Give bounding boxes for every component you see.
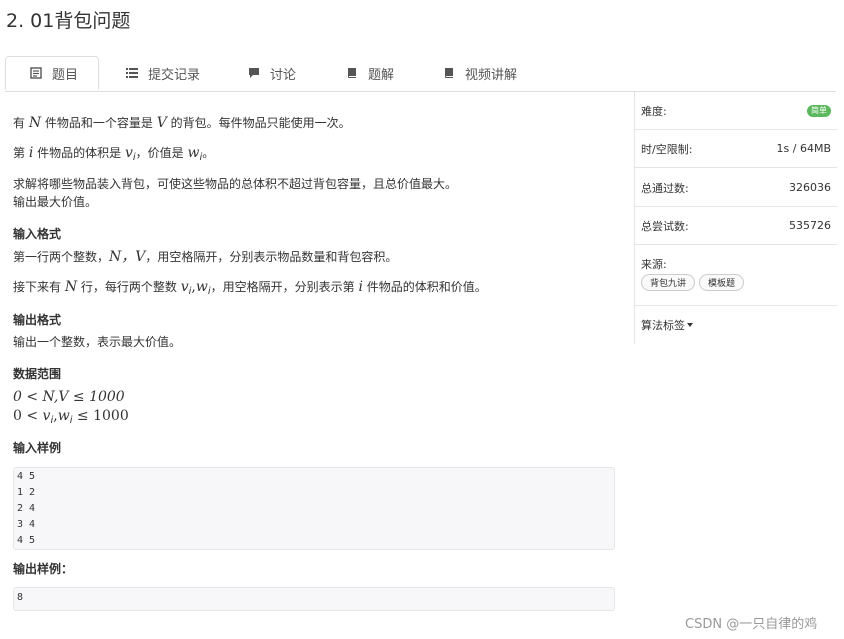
math-v: V [156,115,167,131]
problem-info-sidebar: 难度: 简单 时/空限制: 1s / 64MB 总通过数: 326036 总尝试… [634,92,837,344]
math-n: N [28,115,42,131]
text: 件物品和一个容量是 [41,116,157,130]
document-icon [30,67,42,79]
text: ≤ 1000 [72,408,129,424]
book-icon [443,67,455,79]
text: 第一行两个整数， [13,250,110,264]
sample-input-box[interactable]: 4 5 1 2 2 4 3 4 4 5 [13,467,615,550]
algorithm-tags-toggle[interactable]: 算法标签 [641,317,685,333]
code-line: 4 5 [17,471,36,482]
difficulty-badge: 简单 [807,104,831,117]
math-w: w [57,408,70,424]
paragraph-input-1: 第一行两个整数，N，V，用空格隔开，分别表示物品数量和背包容积。 [13,248,397,266]
text: 的背包。每件物品只能使用一次。 [166,116,351,130]
passed-label: 总通过数: [641,181,689,195]
page-title: 2. 01背包问题 [6,10,131,32]
paragraph-task: 求解将哪些物品装入背包，可使这些物品的总体积不超过背包容量，且总价值最大。 [13,177,458,191]
comment-icon [248,67,260,79]
text: 有 [13,116,29,130]
text: 第 [13,146,29,160]
limit-row: 时/空限制: 1s / 64MB [635,130,837,168]
paragraph-input-2: 接下来有 N 行，每行两个整数 vi,wi，用空格隔开，分别表示第 i 件物品的… [13,278,487,301]
text: 接下来有 [13,280,65,294]
math-w: w [195,279,208,295]
code-line: 1 2 [17,487,36,498]
sample-output-box[interactable]: 8 [13,587,615,611]
math-nv: N，V [109,249,146,265]
text: 0 < [13,408,43,424]
source-label: 来源: [641,258,667,271]
tab-label: 讨论 [270,67,297,83]
tab-discussion[interactable]: 讨论 [248,56,296,90]
tab-label: 提交记录 [148,67,201,83]
math-v: v [124,145,133,161]
tab-label: 题目 [52,67,79,83]
paragraph-task-2: 输出最大价值。 [13,195,98,209]
attempts-value: 535726 [789,219,831,232]
range-line-1: 0 < N,V ≤ 1000 [13,389,125,405]
sample-input-heading: 输入样例 [13,441,62,455]
tab-label: 题解 [368,67,395,83]
passed-row: 总通过数: 326036 [635,169,837,207]
code-line: 3 4 [17,519,36,530]
text: ，用空格隔开，分别表示第 [210,280,359,294]
sample-output-heading: 输出样例： [13,562,74,576]
range-line-2: 0 < vi,wi ≤ 1000 [13,407,129,430]
text: 行，每行两个整数 [77,280,181,294]
source-row: 来源: 背包九讲 模板题 [635,246,837,306]
attempts-row: 总尝试数: 535726 [635,207,837,245]
limit-label: 时/空限制: [641,142,693,156]
tab-solutions[interactable]: 题解 [346,56,394,90]
list-icon [126,67,138,79]
limit-value: 1s / 64MB [776,142,831,155]
source-chip[interactable]: 背包九讲 [641,274,696,291]
paragraph-output: 输出一个整数，表示最大价值。 [13,335,182,349]
math-v: v [180,279,189,295]
text: 。 [202,146,215,160]
passed-value: 326036 [789,181,831,194]
data-range-heading: 数据范围 [13,367,62,381]
tab-submissions[interactable]: 提交记录 [126,56,200,90]
code-line: 8 [17,592,24,603]
output-format-heading: 输出格式 [13,313,62,327]
source-chip[interactable]: 模板题 [699,274,745,291]
problem-tabs: 题目 提交记录 讨论 题解 视频讲解 [5,56,836,92]
tab-label: 视频讲解 [465,67,518,83]
paragraph-intro: 有 N 件物品和一个容量是 V 的背包。每件物品只能使用一次。 [13,114,351,132]
text: 件物品的体积和价值。 [362,280,487,294]
tab-video[interactable]: 视频讲解 [443,56,517,90]
tab-problem[interactable]: 题目 [5,56,99,90]
tags-row[interactable]: 算法标签 [635,306,837,344]
difficulty-label: 难度: [641,104,667,118]
text: ，价值是 [135,146,188,160]
math-w: w [187,145,200,161]
book-icon [346,67,358,79]
input-format-heading: 输入格式 [13,227,62,241]
attempts-label: 总尝试数: [641,219,689,233]
math-n: N [64,279,78,295]
caret-down-icon [687,323,693,327]
text: ，用空格隔开，分别表示物品数量和背包容积。 [145,250,398,264]
watermark: CSDN @一只自律的鸡 [685,617,818,632]
paragraph-item: 第 i 件物品的体积是 vi，价值是 wi。 [13,144,214,167]
code-line: 2 4 [17,503,36,514]
text: 件物品的体积是 [33,146,125,160]
code-line: 4 5 [17,535,36,546]
difficulty-row: 难度: 简单 [635,92,837,130]
